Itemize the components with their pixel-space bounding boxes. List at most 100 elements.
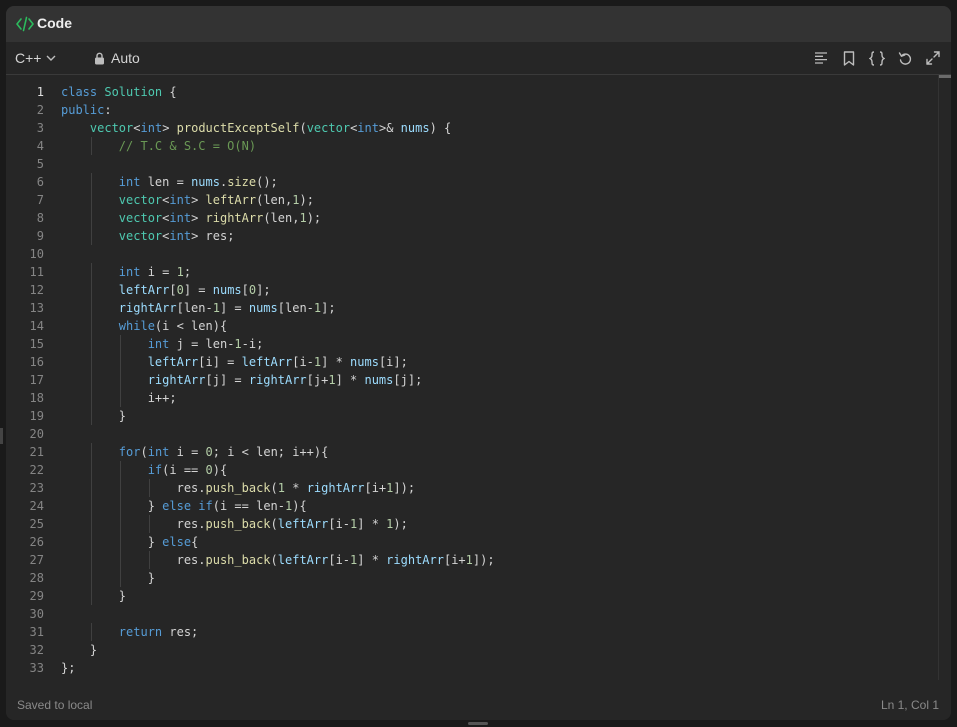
indent-guide — [90, 227, 92, 245]
bottom-resize-handle[interactable] — [468, 722, 488, 725]
bookmark-button[interactable] — [839, 49, 859, 67]
braces-icon — [869, 50, 885, 66]
line-number: 18 — [29, 391, 44, 405]
code-line-text: vector<int> productExceptSelf(vector<int… — [89, 121, 452, 135]
indent-guide — [90, 587, 92, 605]
scrollbar-thumb[interactable] — [939, 75, 951, 78]
reset-icon — [898, 51, 911, 65]
line-number: 7 — [36, 193, 44, 207]
line-number: 22 — [29, 463, 44, 477]
format-icon — [815, 52, 827, 64]
code-line-text: leftArr[i] = leftArr[i-1] * nums[i]; — [147, 355, 408, 369]
indent-guide — [119, 479, 121, 497]
code-editor[interactable]: 1 2 3 4 5 6 7 8 9 10 11 12 13 14 15 16 17 18 19 20 21 22 23 24 2… — [6, 75, 951, 680]
code-line-text: int len = nums.size(); — [118, 175, 278, 189]
auto-mode-indicator[interactable]: Auto — [94, 50, 140, 66]
code-line-text: rightArr[j] = rightArr[j+1] * nums[j]; — [147, 373, 423, 387]
code-line: vector<int> rightArr(len,1); — [61, 209, 931, 227]
indent-guide — [90, 479, 92, 497]
panel-header: Code — [6, 6, 951, 42]
indent-guide — [90, 497, 92, 515]
lock-icon — [95, 52, 104, 64]
code-line: return res; — [61, 623, 931, 641]
line-number: 20 — [29, 427, 44, 441]
code-line-text: } — [61, 643, 98, 657]
code-line: } — [61, 407, 931, 425]
code-line: public: — [61, 101, 931, 119]
code-line: rightArr[j] = rightArr[j+1] * nums[j]; — [61, 371, 931, 389]
indent-guide — [119, 335, 121, 353]
status-bar: Saved to local Ln 1, Col 1 — [6, 690, 951, 720]
expand-button[interactable] — [923, 49, 943, 67]
line-number: 11 — [29, 265, 44, 279]
code-line-text: } — [61, 409, 127, 423]
save-status: Saved to local — [17, 698, 93, 712]
indent-guide — [90, 317, 92, 335]
code-content[interactable]: class Solution { public: vector<int> prod… — [61, 83, 931, 677]
indent-guide — [90, 173, 92, 191]
code-panel: Code C++ Auto 1 2 3 4 5 6 7 8 9 10 11 12… — [6, 6, 951, 720]
code-line: int j = len-1-i; — [61, 335, 931, 353]
indent-guide — [90, 515, 92, 533]
indent-guide — [90, 263, 92, 281]
line-number: 29 — [29, 589, 44, 603]
line-number: 14 — [29, 319, 44, 333]
editor-toolbar: C++ Auto — [6, 42, 951, 75]
language-label: C++ — [15, 50, 42, 66]
code-icon — [16, 16, 34, 32]
line-number: 32 — [29, 643, 44, 657]
indent-guide — [90, 623, 92, 641]
indent-guide — [119, 461, 121, 479]
chevron-down-icon — [46, 55, 56, 61]
line-number: 26 — [29, 535, 44, 549]
code-line: res.push_back(leftArr[i-1] * rightArr[i+… — [61, 551, 931, 569]
indent-guide — [90, 299, 92, 317]
indent-guide — [148, 551, 150, 569]
code-line-text: } else{ — [61, 535, 199, 549]
code-line: res.push_back(leftArr[i-1] * 1); — [61, 515, 931, 533]
indent-guide — [90, 191, 92, 209]
code-line-text: while(i < len){ — [118, 319, 228, 333]
line-number: 3 — [36, 121, 44, 135]
code-line-text: for(int i = 0; i < len; i++){ — [118, 445, 329, 459]
expand-icon — [926, 51, 940, 65]
line-number: 15 — [29, 337, 44, 351]
format-button[interactable] — [811, 49, 831, 67]
code-line: // T.C & S.C = O(N) — [61, 137, 931, 155]
indent-guide — [119, 497, 121, 515]
line-number: 16 — [29, 355, 44, 369]
side-resize-handle[interactable] — [0, 428, 3, 444]
indent-guide — [119, 551, 121, 569]
line-number: 27 — [29, 553, 44, 567]
vertical-scrollbar[interactable] — [938, 75, 951, 680]
line-number: 25 — [29, 517, 44, 531]
line-number: 6 — [36, 175, 44, 189]
code-line: } — [61, 641, 931, 659]
indent-guide — [119, 515, 121, 533]
cursor-position: Ln 1, Col 1 — [880, 698, 939, 712]
line-number: 23 — [29, 481, 44, 495]
code-line: res.push_back(1 * rightArr[i+1]); — [61, 479, 931, 497]
indent-guide — [90, 209, 92, 227]
code-line-text: public: — [61, 103, 112, 117]
mode-label: Auto — [111, 50, 140, 66]
code-line-text: } — [61, 571, 155, 585]
line-number: 19 — [29, 409, 44, 423]
reset-button[interactable] — [895, 49, 915, 67]
language-selector[interactable]: C++ — [15, 50, 57, 66]
code-line-text: return res; — [118, 625, 199, 639]
indent-guide — [90, 371, 92, 389]
code-line: class Solution { — [61, 83, 931, 101]
line-number: 12 — [29, 283, 44, 297]
indent-guide — [90, 443, 92, 461]
braces-button[interactable] — [867, 49, 887, 67]
line-number: 9 — [36, 229, 44, 243]
indent-guide — [119, 569, 121, 587]
indent-guide — [90, 569, 92, 587]
code-line: } — [61, 587, 931, 605]
code-line-text: } else if(i == len-1){ — [61, 499, 307, 513]
code-line-text: vector<int> res; — [118, 229, 235, 243]
indent-guide — [90, 335, 92, 353]
